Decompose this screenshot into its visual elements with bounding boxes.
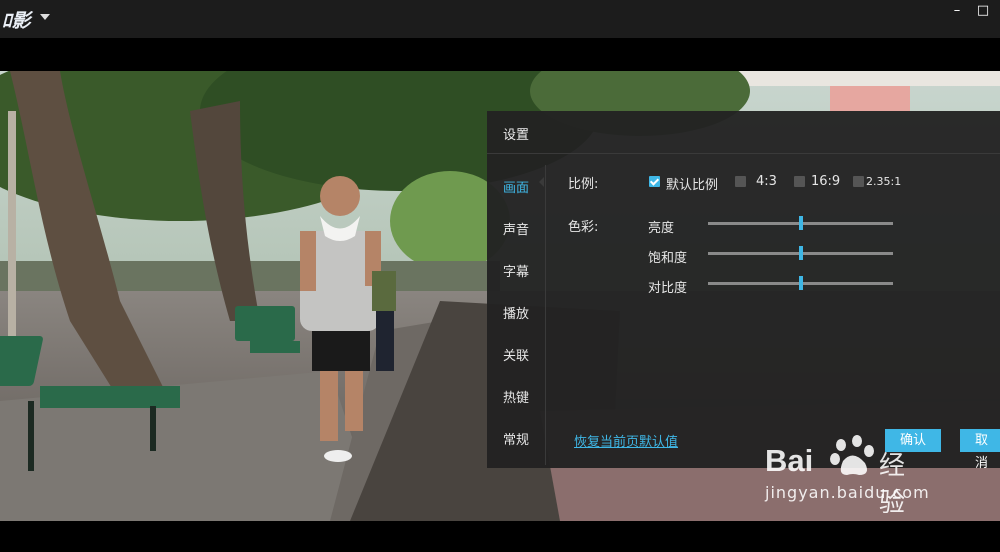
saturation-slider[interactable] — [708, 246, 893, 260]
settings-panel: 设置 画面 声音 字幕 播放 关联 热键 常规 比例: 默认比例 4:3 16:… — [487, 111, 1000, 471]
watermark-brand-cn: 经验 — [879, 451, 906, 518]
watermark-brand: Bai — [765, 443, 814, 478]
baidu-paw-icon — [830, 435, 874, 475]
ratio-16-9-checkbox[interactable] — [794, 176, 805, 187]
ratio-2-35-checkbox[interactable] — [853, 176, 864, 187]
ratio-4-3-label[interactable]: 4:3 — [756, 174, 777, 189]
ratio-default-label[interactable]: 默认比例 — [666, 174, 718, 193]
brightness-label: 亮度 — [648, 221, 675, 236]
cancel-button[interactable]: 取消 — [960, 429, 1000, 471]
menu-dropdown-icon[interactable] — [40, 14, 50, 20]
nav-item-hotkeys[interactable]: 热键 — [503, 387, 529, 406]
app-logo[interactable]: ﾛ影 — [2, 6, 31, 33]
contrast-label: 对比度 — [648, 281, 688, 296]
color-label: 色彩: — [568, 220, 599, 235]
ratio-default-checkbox[interactable] — [649, 176, 660, 187]
nav-item-association[interactable]: 关联 — [503, 345, 529, 364]
ratio-4-3-checkbox[interactable] — [735, 176, 746, 187]
maximize-button[interactable]: □ — [976, 4, 990, 18]
ratio-2-35-label[interactable]: 2.35:1 — [866, 175, 901, 188]
ratio-16-9-label[interactable]: 16:9 — [811, 174, 840, 189]
settings-nav: 画面 声音 字幕 播放 关联 热键 常规 — [487, 165, 546, 465]
nav-item-audio[interactable]: 声音 — [503, 219, 529, 238]
saturation-slider-thumb[interactable] — [798, 246, 803, 260]
contrast-slider-thumb[interactable] — [798, 276, 803, 290]
nav-item-general[interactable]: 常规 — [503, 429, 529, 448]
brightness-slider[interactable] — [708, 216, 893, 230]
ratio-label: 比例: — [568, 177, 599, 192]
brightness-slider-thumb[interactable] — [798, 216, 803, 230]
contrast-slider[interactable] — [708, 276, 893, 290]
nav-active-caret — [539, 177, 544, 187]
title-divider — [487, 153, 1000, 154]
nav-item-picture[interactable]: 画面 — [503, 177, 529, 196]
watermark-url: jingyan.baidu.com — [765, 483, 930, 502]
saturation-label: 饱和度 — [648, 251, 688, 266]
nav-item-subtitle[interactable]: 字幕 — [503, 261, 529, 280]
panel-title: 设置 — [503, 128, 530, 143]
title-bar: ﾛ影 – □ — [0, 0, 1000, 38]
minimize-button[interactable]: – — [950, 4, 964, 18]
reset-defaults-link[interactable]: 恢复当前页默认值 — [574, 431, 678, 450]
nav-item-playback[interactable]: 播放 — [503, 303, 529, 322]
